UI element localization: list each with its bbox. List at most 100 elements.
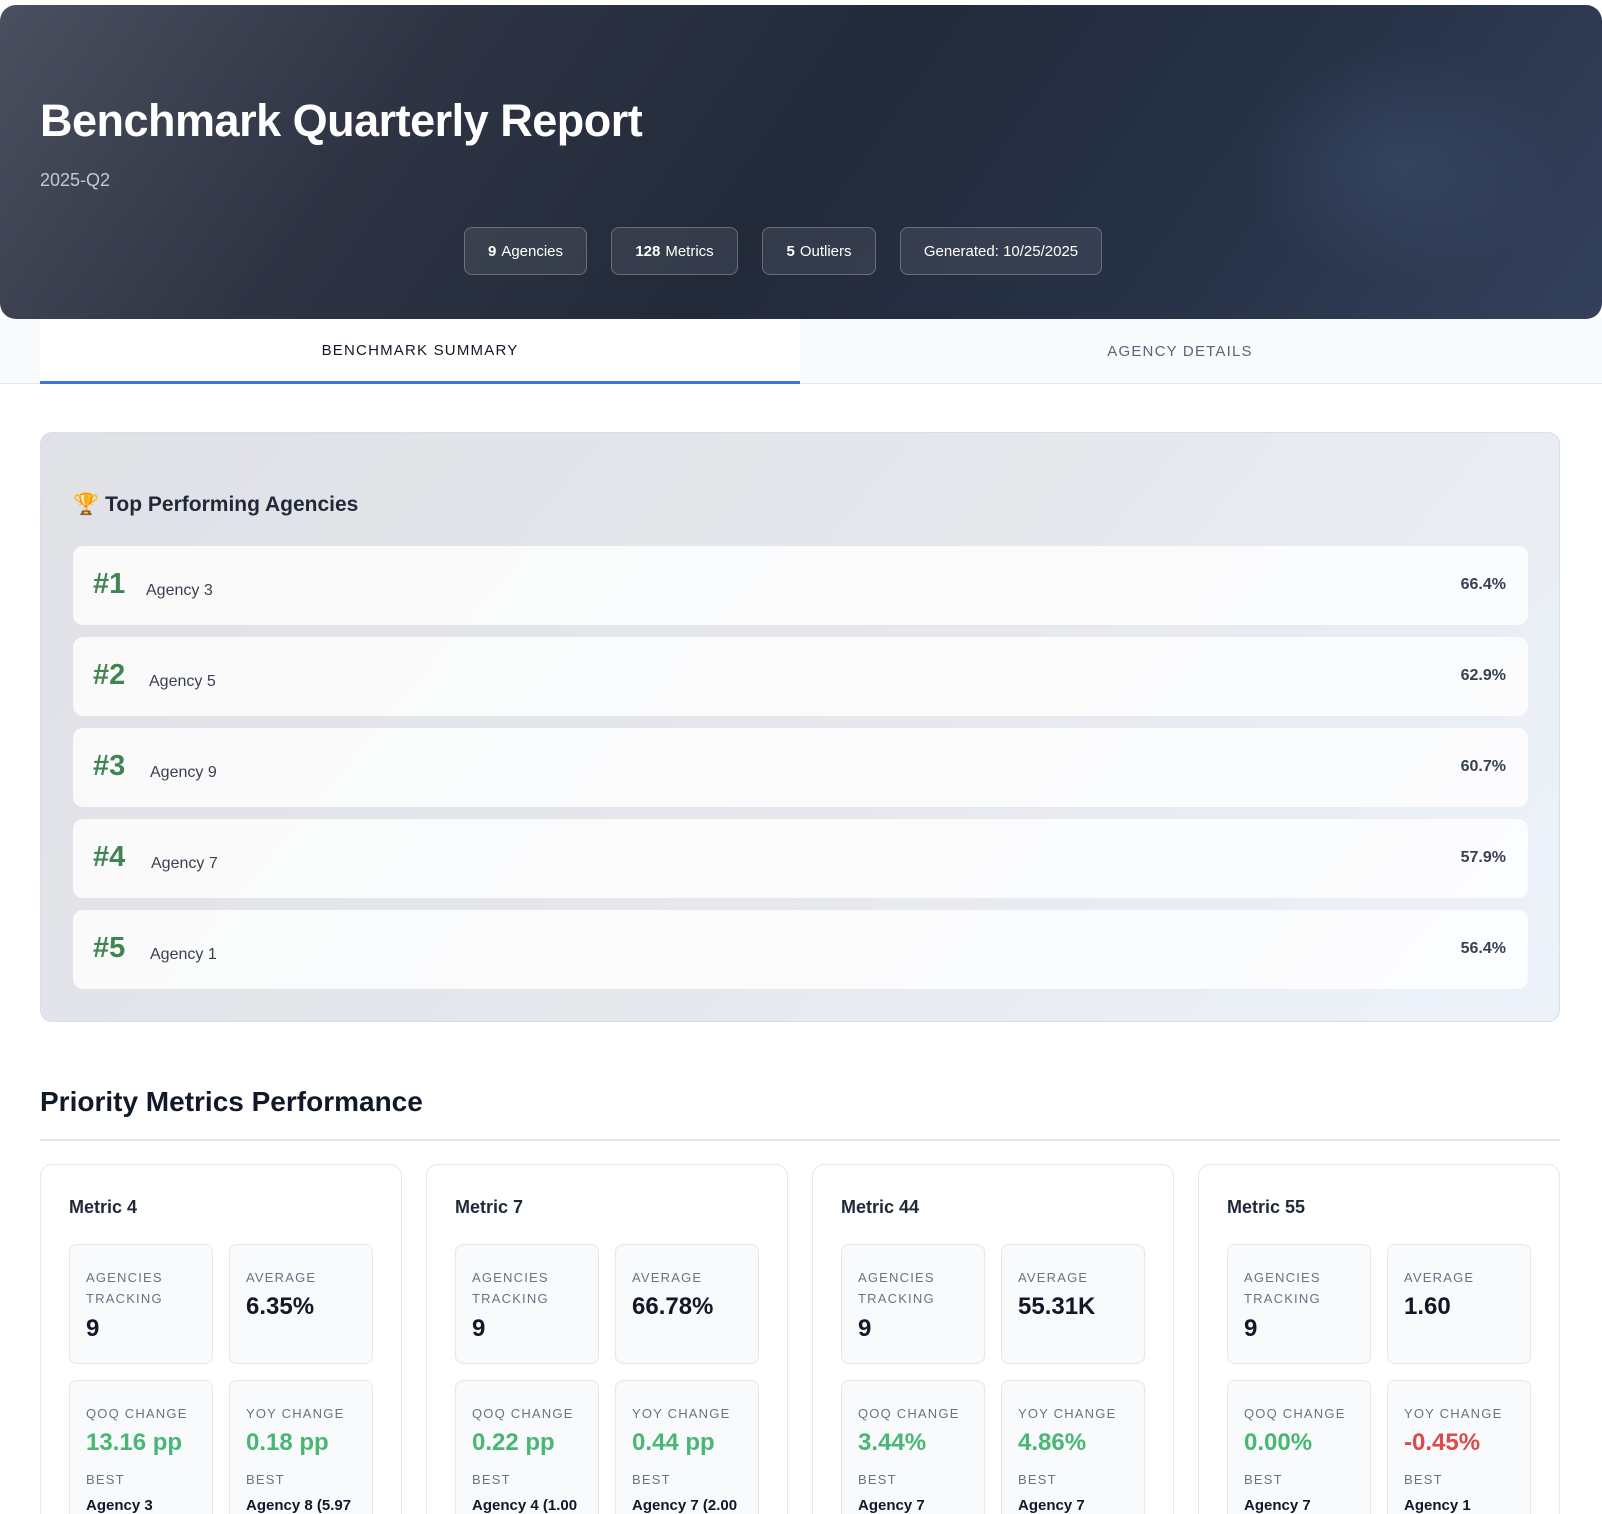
best-label: BEST <box>246 1472 285 1487</box>
qoq-change-stat: QOQ CHANGE 13.16 pp BEST Agency 3 <box>69 1380 213 1514</box>
agency-name: Agency 7 <box>151 855 218 872</box>
stat-label: AGENCIES TRACKING <box>858 1270 935 1306</box>
agencies-tracking-stat: AGENCIES TRACKING 9 <box>841 1244 985 1364</box>
rank-number: #1 <box>93 568 126 600</box>
stat-value: 9 <box>858 1315 872 1342</box>
metric-card: Metric 44 AGENCIES TRACKING 9 AVERAGE 55… <box>812 1164 1174 1514</box>
average-stat: AVERAGE 1.60 <box>1387 1244 1531 1364</box>
average-stat: AVERAGE 55.31K <box>1001 1244 1145 1364</box>
stat-label: AVERAGE <box>246 1270 317 1285</box>
stat-label: AVERAGE <box>1018 1270 1089 1285</box>
change-value: 0.00% <box>1244 1429 1313 1456</box>
tab-agency-details[interactable]: AGENCY DETAILS <box>800 319 1560 384</box>
pill-outliers: 5 Outliers <box>762 227 876 275</box>
agency-name: Agency 9 <box>150 764 217 781</box>
stat-value: 66.78% <box>632 1293 714 1320</box>
stat-value: 9 <box>86 1315 100 1342</box>
pill-count: 9 <box>487 242 497 260</box>
stat-label: AGENCIES TRACKING <box>472 1270 549 1306</box>
average-stat: AVERAGE 66.78% <box>615 1244 759 1364</box>
stat-label: QOQ CHANGE <box>472 1406 574 1421</box>
best-label: BEST <box>472 1472 511 1487</box>
best-agency: Agency 7 <box>858 1497 925 1514</box>
pill-agencies: 9 Agencies <box>464 227 587 275</box>
ranking-row: #2 Agency 5 62.9% <box>73 637 1528 716</box>
pill-count: 5 <box>786 242 795 260</box>
trophy-icon: 🏆 <box>73 493 100 516</box>
change-value: 0.18 pp <box>246 1429 329 1456</box>
ranking-row: #5 Agency 1 56.4% <box>73 910 1528 989</box>
metric-card: Metric 55 AGENCIES TRACKING 9 AVERAGE 1.… <box>1198 1164 1560 1514</box>
stat-label: YOY CHANGE <box>1018 1406 1117 1421</box>
stat-label: AGENCIES TRACKING <box>1244 1270 1321 1306</box>
best-label: BEST <box>1404 1472 1443 1487</box>
stat-value: 9 <box>472 1315 486 1342</box>
agency-score: 57.9% <box>1460 849 1506 866</box>
section-divider <box>40 1139 1560 1141</box>
pill-label: Agencies <box>501 242 564 260</box>
change-value: 4.86% <box>1018 1429 1087 1456</box>
rank-number: #3 <box>93 750 126 782</box>
agency-name: Agency 3 <box>146 582 213 599</box>
top-performers-heading: 🏆 Top Performing Agencies <box>73 493 358 517</box>
stat-value: 6.35% <box>246 1293 315 1320</box>
pill-count: 128 <box>635 242 661 260</box>
stat-label: YOY CHANGE <box>1404 1406 1503 1421</box>
tab-bar: BENCHMARK SUMMARY AGENCY DETAILS <box>0 319 1602 384</box>
change-value: 0.44 pp <box>632 1429 715 1456</box>
best-label: BEST <box>858 1472 897 1487</box>
change-value: 13.16 pp <box>86 1429 183 1456</box>
qoq-change-stat: QOQ CHANGE 3.44% BEST Agency 7 <box>841 1380 985 1514</box>
rank-number: #4 <box>93 841 126 873</box>
agencies-tracking-stat: AGENCIES TRACKING 9 <box>69 1244 213 1364</box>
qoq-change-stat: QOQ CHANGE 0.00% BEST Agency 7 <box>1227 1380 1371 1514</box>
best-agency: Agency 8 (5.97 <box>246 1497 352 1514</box>
agency-name: Agency 5 <box>149 673 216 690</box>
top-performers-card: 🏆 Top Performing Agencies #1 Agency 3 66… <box>40 432 1560 1022</box>
agency-score: 60.7% <box>1460 758 1506 775</box>
pill-label: Metrics <box>665 242 714 260</box>
report-header: Benchmark Quarterly Report 2025-Q2 9 Agen… <box>0 5 1602 319</box>
agency-name: Agency 1 <box>150 946 217 963</box>
rank-number: #2 <box>93 659 126 691</box>
stat-label: QOQ CHANGE <box>858 1406 960 1421</box>
page-title: Benchmark Quarterly Report <box>40 95 643 146</box>
best-agency: Agency 4 (1.00 <box>472 1497 578 1514</box>
change-value: -0.45% <box>1404 1429 1481 1456</box>
change-value: 0.22 pp <box>472 1429 555 1456</box>
best-label: BEST <box>1244 1472 1283 1487</box>
tab-benchmark-summary[interactable]: BENCHMARK SUMMARY <box>40 319 800 384</box>
pill-metrics: 128 Metrics <box>611 227 738 275</box>
metric-name: Metric 44 <box>841 1197 920 1217</box>
stat-label: AVERAGE <box>632 1270 703 1285</box>
qoq-change-stat: QOQ CHANGE 0.22 pp BEST Agency 4 (1.00 <box>455 1380 599 1514</box>
rank-number: #5 <box>93 932 126 964</box>
stat-label: QOQ CHANGE <box>86 1406 188 1421</box>
stat-label: QOQ CHANGE <box>1244 1406 1346 1421</box>
yoy-change-stat: YOY CHANGE -0.45% BEST Agency 1 <box>1387 1380 1531 1514</box>
best-agency: Agency 7 <box>1018 1497 1085 1514</box>
stat-value: 55.31K <box>1018 1293 1096 1320</box>
pill-generated-date: Generated: 10/25/2025 <box>900 227 1102 275</box>
priority-metrics-title: Priority Metrics Performance <box>40 1086 423 1117</box>
ranking-row: #4 Agency 7 57.9% <box>73 819 1528 898</box>
summary-pills: 9 Agencies 128 Metrics 5 Outliers Generated… <box>0 227 1602 275</box>
stat-value: 9 <box>1244 1315 1258 1342</box>
best-label: BEST <box>632 1472 671 1487</box>
best-agency: Agency 7 (2.00 <box>632 1497 738 1514</box>
stat-value: 1.60 <box>1404 1293 1451 1320</box>
stat-label: AVERAGE <box>1404 1270 1475 1285</box>
report-period: 2025-Q2 <box>40 170 111 190</box>
best-agency: Agency 1 <box>1404 1497 1471 1514</box>
metric-name: Metric 55 <box>1227 1197 1306 1217</box>
ranking-row: #1 Agency 3 66.4% <box>73 546 1528 625</box>
best-label: BEST <box>1018 1472 1057 1487</box>
top-performers-title: Top Performing Agencies <box>105 493 359 516</box>
metric-card: Metric 7 AGENCIES TRACKING 9 AVERAGE 66.… <box>426 1164 788 1514</box>
metric-name: Metric 4 <box>69 1197 138 1217</box>
agencies-tracking-stat: AGENCIES TRACKING 9 <box>1227 1244 1371 1364</box>
metric-card: Metric 4 AGENCIES TRACKING 9 AVERAGE 6.3… <box>40 1164 402 1514</box>
pill-label: Outliers <box>799 242 852 260</box>
agency-score: 62.9% <box>1460 667 1506 684</box>
best-label: BEST <box>86 1472 125 1487</box>
